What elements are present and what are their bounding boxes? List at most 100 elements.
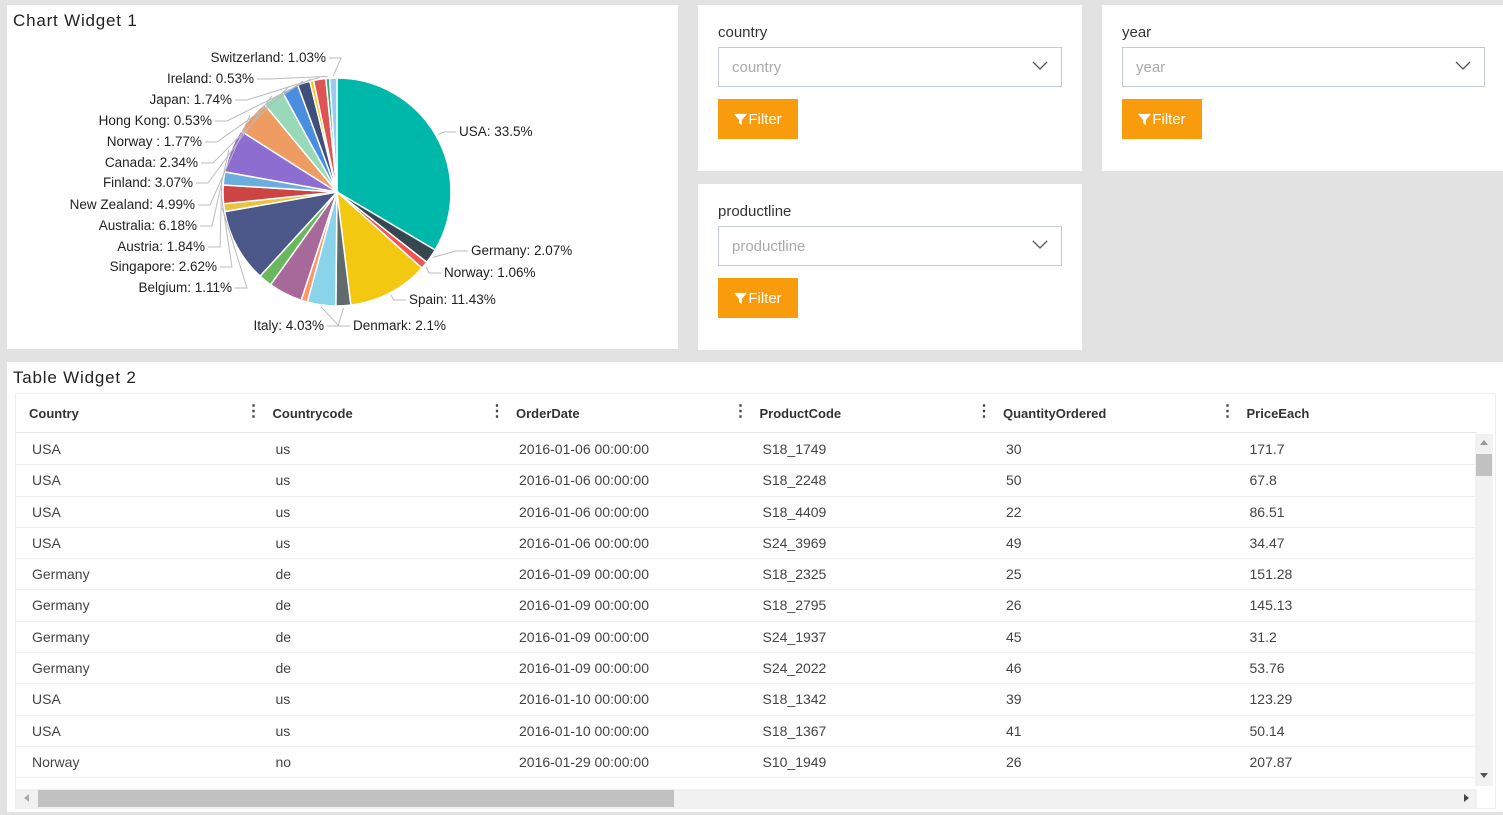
column-menu-icon[interactable]: ⋮: [246, 404, 262, 420]
leader-line: [437, 131, 456, 135]
year-select[interactable]: year: [1122, 47, 1485, 87]
table-cell: S18_2795: [762, 597, 827, 614]
chevron-down-icon: [1032, 240, 1048, 249]
table-cell: de: [275, 566, 292, 583]
country-filter-button[interactable]: Filter: [718, 99, 798, 139]
table-cell: 2016-01-09 00:00:00: [519, 628, 649, 645]
pie-label: Hong Kong: 0.53%: [99, 113, 212, 128]
table-row[interactable]: USA us 2016-01-10 00:00:00 S18_1342 39 123.29: [16, 684, 1477, 716]
productline-select-placeholder: productline: [732, 238, 806, 255]
table-cell: us: [275, 722, 291, 739]
table-row[interactable]: Germany de 2016-01-09 00:00:00 S18_2325 25 15…: [16, 559, 1477, 591]
table-widget: Table Widget 2 Country ⋮ Countrycode ⋮ Order…: [7, 362, 1503, 812]
table-cell: 49: [1006, 534, 1022, 551]
table-row[interactable]: Germany de 2016-01-09 00:00:00 S24_1937 45 31…: [16, 622, 1477, 654]
column-header-country[interactable]: Country ⋮: [16, 394, 262, 432]
table-cell: 39: [1006, 691, 1022, 708]
table-cell: S18_2248: [762, 472, 827, 489]
table-cell: de: [275, 628, 292, 645]
chart-widget: Chart Widget 1 USA: 33.5% Germany: 2.07% N…: [7, 5, 678, 349]
table-cell: 2016-01-09 00:00:00: [519, 660, 649, 677]
table-cell: S10_1949: [762, 753, 827, 770]
table-cell: 2016-01-09 00:00:00: [519, 566, 649, 583]
table-row[interactable]: USA us 2016-01-06 00:00:00 S18_4409 22 86.51: [16, 497, 1477, 528]
leader-line: [390, 294, 406, 301]
table-cell: 67.8: [1249, 472, 1277, 489]
table-cell: S18_4409: [762, 503, 827, 520]
data-grid: Country ⋮ Countrycode ⋮ OrderDate ⋮ ProductCod…: [15, 393, 1496, 809]
table-cell: S18_1342: [762, 691, 827, 708]
vertical-scroll-thumb[interactable]: [1476, 454, 1492, 476]
table-cell: us: [275, 472, 291, 489]
pie-label: Singapore: 2.62%: [110, 259, 217, 274]
pie-label: Ireland: 0.53%: [167, 71, 254, 86]
column-menu-icon[interactable]: ⋮: [733, 404, 749, 420]
country-filter-widget: country country Filter: [698, 5, 1082, 171]
table-cell: Germany: [32, 566, 90, 583]
leader-line: [337, 307, 350, 327]
table-header: Country ⋮ Countrycode ⋮ OrderDate ⋮ ProductCod…: [16, 394, 1477, 433]
table-cell: 171.7: [1249, 441, 1285, 457]
table-cell: 34.47: [1249, 534, 1285, 551]
scroll-left-arrow-icon[interactable]: [24, 794, 29, 802]
table-cell: USA: [32, 472, 61, 489]
horizontal-scrollbar[interactable]: [16, 789, 1477, 808]
table-cell: S18_2325: [762, 566, 827, 583]
table-body: USA us 2016-01-06 00:00:00 S18_1749 30 171.7 U…: [16, 434, 1477, 779]
leader-line: [425, 266, 441, 274]
filter-button-label: Filter: [748, 110, 782, 128]
filter-icon: [734, 113, 748, 125]
table-cell: 25: [1006, 566, 1022, 583]
table-row[interactable]: USA us 2016-01-06 00:00:00 S18_2248 50 67.8: [16, 465, 1477, 497]
table-cell: S18_1749: [762, 441, 827, 457]
productline-filter-button[interactable]: Filter: [718, 278, 798, 318]
year-filter-button[interactable]: Filter: [1122, 99, 1202, 139]
year-filter-widget: year year Filter: [1102, 5, 1503, 171]
table-cell: Germany: [32, 628, 90, 645]
table-row[interactable]: Germany de 2016-01-09 00:00:00 S18_2795 26 14…: [16, 590, 1477, 622]
table-row[interactable]: USA us 2016-01-06 00:00:00 S24_3969 49 34.47: [16, 528, 1477, 560]
column-header-priceeach[interactable]: PriceEach: [1234, 394, 1478, 432]
pie-label: Norway: 1.06%: [444, 265, 536, 280]
scroll-up-arrow-icon[interactable]: [1480, 440, 1488, 445]
chevron-down-icon: [1455, 61, 1471, 70]
table-cell: Norway: [32, 753, 80, 770]
column-menu-icon[interactable]: ⋮: [489, 404, 505, 420]
table-cell: 2016-01-06 00:00:00: [519, 503, 649, 520]
scroll-right-arrow-icon[interactable]: [1464, 794, 1469, 802]
chevron-down-icon: [1032, 61, 1048, 70]
country-select[interactable]: country: [718, 47, 1062, 87]
table-cell: 151.28: [1249, 566, 1293, 583]
column-header-orderdate[interactable]: OrderDate ⋮: [503, 394, 749, 432]
horizontal-scroll-thumb[interactable]: [38, 790, 674, 807]
table-cell: 46: [1006, 660, 1022, 677]
table-cell: 50: [1006, 472, 1022, 489]
table-row[interactable]: USA us 2016-01-10 00:00:00 S18_1367 41 50.14: [16, 716, 1477, 747]
table-cell: 2016-01-06 00:00:00: [519, 534, 649, 551]
vertical-scrollbar[interactable]: [1475, 434, 1493, 786]
pie-label: Italy: 4.03%: [253, 318, 324, 333]
productline-select[interactable]: productline: [718, 226, 1062, 266]
scroll-down-arrow-icon[interactable]: [1480, 773, 1488, 778]
column-header-countrycode[interactable]: Countrycode ⋮: [260, 394, 506, 432]
table-cell: S18_1367: [762, 722, 827, 739]
table-row[interactable]: Germany de 2016-01-09 00:00:00 S24_2022 46 53…: [16, 653, 1477, 685]
table-widget-title: Table Widget 2: [13, 368, 137, 387]
column-header-label: QuantityOrdered: [1003, 406, 1107, 421]
column-header-productcode[interactable]: ProductCode ⋮: [747, 394, 993, 432]
table-cell: 2016-01-29 00:00:00: [519, 753, 649, 770]
table-cell: S24_2022: [762, 660, 827, 677]
column-header-quantityordered[interactable]: QuantityOrdered ⋮: [990, 394, 1236, 432]
column-menu-icon[interactable]: ⋮: [1220, 404, 1236, 420]
pie-label: Japan: 1.74%: [149, 92, 232, 107]
table-cell: 123.29: [1249, 691, 1293, 708]
table-cell: USA: [32, 722, 61, 739]
table-cell: 2016-01-06 00:00:00: [519, 441, 649, 457]
table-cell: Germany: [32, 660, 90, 677]
filter-button-label: Filter: [748, 289, 782, 307]
column-header-label: Country: [29, 406, 79, 421]
table-row[interactable]: Norway no 2016-01-29 00:00:00 S10_1949 26 207…: [16, 747, 1477, 779]
table-row[interactable]: USA us 2016-01-06 00:00:00 S18_1749 30 171.7: [16, 434, 1477, 466]
filter-button-label: Filter: [1152, 110, 1186, 128]
column-menu-icon[interactable]: ⋮: [976, 404, 992, 420]
